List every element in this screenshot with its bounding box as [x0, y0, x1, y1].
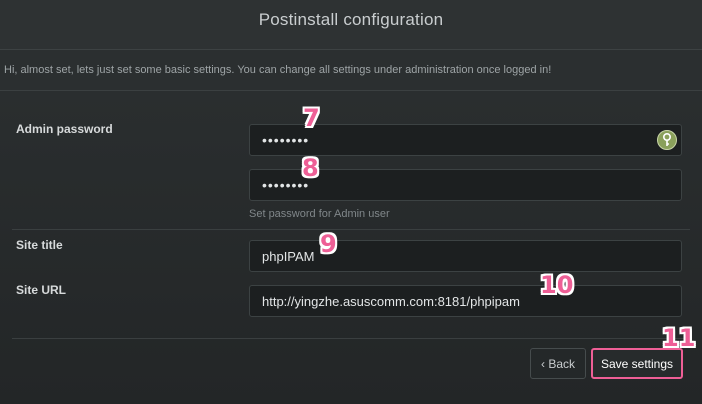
- back-button[interactable]: ‹ Back: [530, 348, 586, 379]
- annotation-marker-8: 8: [302, 154, 319, 182]
- save-settings-button[interactable]: Save settings: [591, 348, 683, 379]
- site-title-field[interactable]: [249, 240, 682, 272]
- key-icon[interactable]: [657, 130, 677, 150]
- page-title: Postinstall configuration: [258, 10, 444, 29]
- divider: [12, 338, 690, 339]
- info-notice: Hi, almost set, lets just set some basic…: [0, 50, 702, 91]
- annotation-marker-7: 7: [303, 104, 320, 132]
- admin-password-label: Admin password: [16, 122, 113, 136]
- notice-text: Hi, almost set, lets just set some basic…: [4, 64, 552, 76]
- site-url-label: Site URL: [16, 283, 67, 297]
- site-url-field[interactable]: [249, 285, 682, 317]
- annotation-marker-10: 10: [540, 271, 574, 299]
- site-url-input[interactable]: [250, 286, 681, 316]
- annotation-marker-9: 9: [320, 230, 337, 258]
- site-title-label: Site title: [16, 238, 63, 252]
- annotation-marker-11: 11: [662, 324, 696, 352]
- site-title-input[interactable]: [250, 241, 681, 271]
- divider: [12, 229, 690, 230]
- page-header: Postinstall configuration: [0, 0, 702, 50]
- password-hint: Set password for Admin user: [249, 208, 390, 220]
